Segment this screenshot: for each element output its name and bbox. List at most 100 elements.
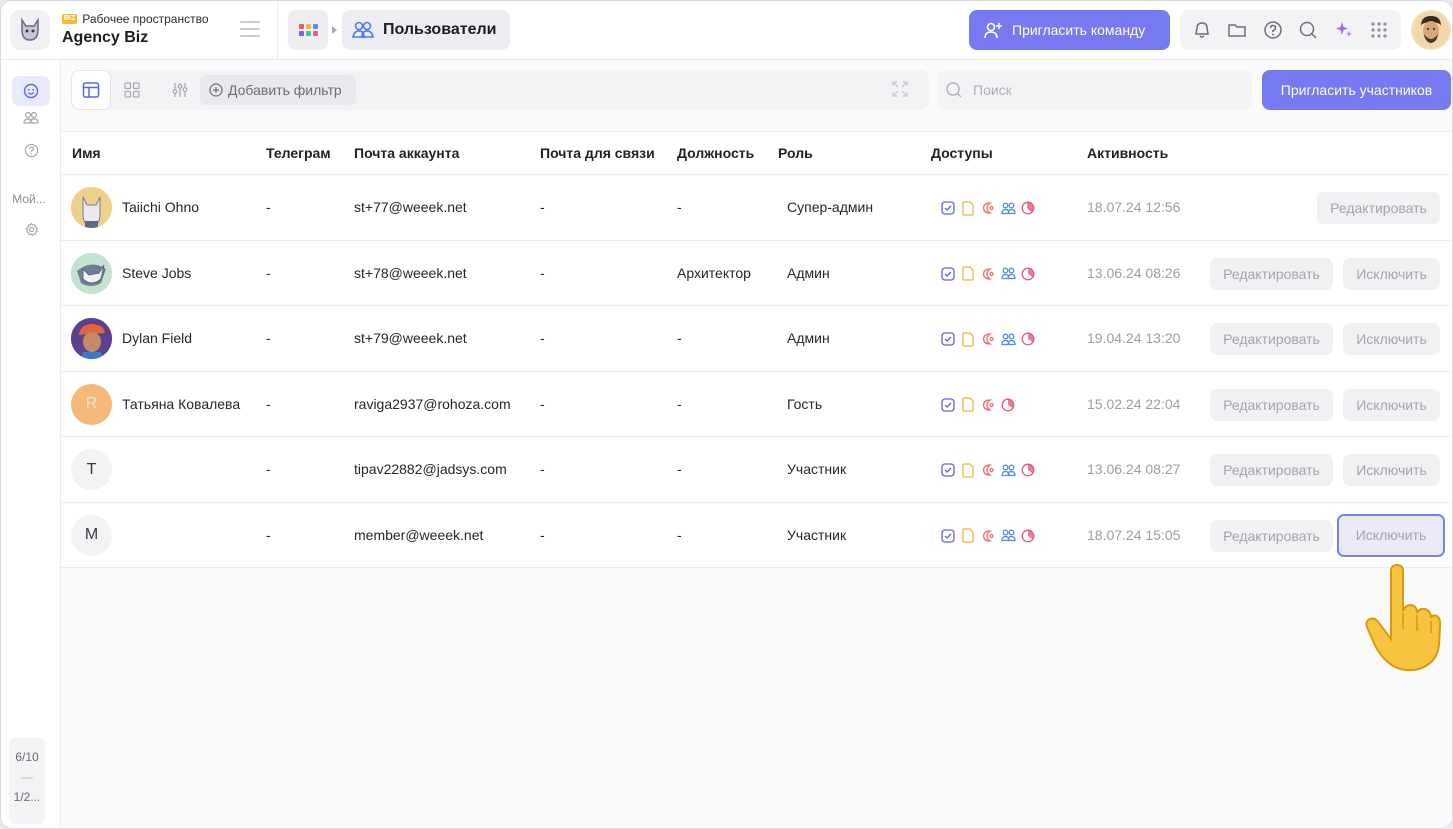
invite-team-label: Пригласить команду [1012,22,1146,38]
user-avatar[interactable] [1411,10,1451,50]
divider [277,1,278,60]
sidebar-item-settings[interactable] [12,217,50,241]
access-icons [940,200,1036,216]
column-header-email[interactable]: Почта аккаунта [354,145,459,161]
user-name: Taiichi Ohno [122,199,200,215]
column-header-role[interactable]: Роль [778,145,813,161]
user-name: Steve Jobs [122,264,192,281]
tasks-access-icon [940,200,956,216]
workspace-label: Рабочее пространство [82,12,209,26]
chevron-right-icon [332,26,337,34]
docs-access-icon [960,200,976,216]
plus-circle-icon [209,83,223,97]
tasks-access-icon [940,528,956,544]
edit-button[interactable]: Редактировать [1210,388,1333,421]
access-icons [940,528,1036,544]
edit-button[interactable]: Редактировать [1210,519,1333,552]
filter-settings-icon[interactable] [161,70,199,110]
expand-icon[interactable] [891,80,911,100]
tasks-access-icon [940,331,956,347]
search-icon[interactable] [1297,19,1319,41]
search-box[interactable] [937,70,1252,110]
workspace-logo[interactable] [10,10,50,50]
edit-button[interactable]: Редактировать [1210,323,1333,355]
apps-grid-icon[interactable] [288,10,328,50]
breadcrumb[interactable]: Пользователи [342,10,510,50]
role[interactable]: Супер-админ [787,199,873,215]
column-header-position[interactable]: Должность [677,145,754,161]
bell-icon[interactable] [1191,19,1213,41]
app-window: BIZ Рабочее пространство Agency Biz Поль… [0,0,1453,829]
smile-icon [23,83,39,99]
sidebar-item-my[interactable]: Мой... [1,192,57,206]
role[interactable]: Участник [787,461,846,477]
divider [959,1,960,60]
help-icon [24,143,38,157]
sidebar-item-users[interactable] [12,106,50,130]
table-row[interactable]: Dylan Field - st+79@weeek.net - - Админ … [61,306,1452,372]
tasks-access-icon [940,397,956,413]
edit-button[interactable]: Редактировать [1210,257,1333,290]
workspace-switcher[interactable]: BIZ Рабочее пространство Agency Biz [62,12,209,47]
role[interactable]: Админ [787,330,830,346]
docs-access-icon [960,528,976,544]
table-row[interactable]: M - member@weeek.net - - Участник 18.07.… [61,503,1452,568]
account-email: st+78@weeek.net [354,264,467,281]
user-name: Татьяна Ковалева [122,395,241,412]
time-access-icon [1020,200,1036,216]
exclude-button[interactable]: Исключить [1343,388,1440,421]
search-input[interactable] [973,82,1233,98]
grid-icon [124,82,140,98]
account-email: st+77@weeek.net [354,199,467,215]
docs-access-icon [960,397,976,413]
telegram: - [266,264,271,281]
exclude-button[interactable]: Исключить [1343,323,1440,355]
people-access-icon [1000,528,1016,544]
column-header-access[interactable]: Доступы [931,145,993,161]
table-row[interactable]: Taiichi Ohno - st+77@weeek.net - - Супер… [61,175,1452,241]
last-activity: 13.06.24 08:26 [1087,264,1181,281]
last-activity: 19.04.24 13:20 [1087,330,1181,346]
table-view-button[interactable] [71,70,111,110]
position: - [677,461,682,477]
folder-icon[interactable] [1226,19,1248,41]
time-access-icon [1020,528,1036,544]
table-row[interactable]: T - tipav22882@jadsys.com - - Участник 1… [61,437,1452,503]
access-icons [940,266,1036,282]
telegram: - [266,330,271,346]
table-row[interactable]: Steve Jobs - st+78@weeek.net - Архитекто… [61,241,1452,306]
edit-button[interactable]: Редактировать [1317,192,1440,224]
contact-email: - [540,395,545,412]
menu-icon[interactable] [240,21,260,37]
contact-email: - [540,330,545,346]
position: - [677,526,682,543]
add-filter-button[interactable]: Добавить фильтр [200,75,356,105]
table-row[interactable]: R Татьяна Ковалева - raviga2937@rohoza.c… [61,372,1452,437]
workspace-name: Agency Biz [62,29,149,46]
people-access-icon [1000,331,1016,347]
help-icon[interactable] [1262,19,1284,41]
sidebar-item-profile[interactable] [12,76,50,106]
people-access-icon [1000,462,1016,478]
column-header-contact-email[interactable]: Почта для связи [540,145,655,161]
grid-view-button[interactable] [112,70,152,110]
grid-icon[interactable] [1368,19,1390,41]
exclude-button[interactable]: Исключить [1343,257,1440,290]
counter-separator: — [21,770,33,784]
role[interactable]: Гость [787,396,822,412]
column-header-name[interactable]: Имя [72,145,101,161]
pointing-hand-icon [1361,563,1442,673]
sidebar-item-help[interactable] [12,138,50,162]
exclude-button[interactable]: Исключить [1343,454,1440,486]
edit-button[interactable]: Редактировать [1210,454,1333,486]
exclude-button[interactable]: Исключить [1337,513,1445,557]
column-header-activity[interactable]: Активность [1087,145,1168,161]
role[interactable]: Админ [787,265,830,281]
role[interactable]: Участник [787,527,846,543]
position: - [677,199,682,215]
column-header-telegram[interactable]: Телеграм [266,145,331,161]
invite-members-button[interactable]: Пригласить участников [1262,70,1451,110]
ai-sparkle-icon[interactable] [1333,19,1355,41]
invite-team-button[interactable]: Пригласить команду [969,10,1170,50]
add-user-icon [984,22,1002,39]
